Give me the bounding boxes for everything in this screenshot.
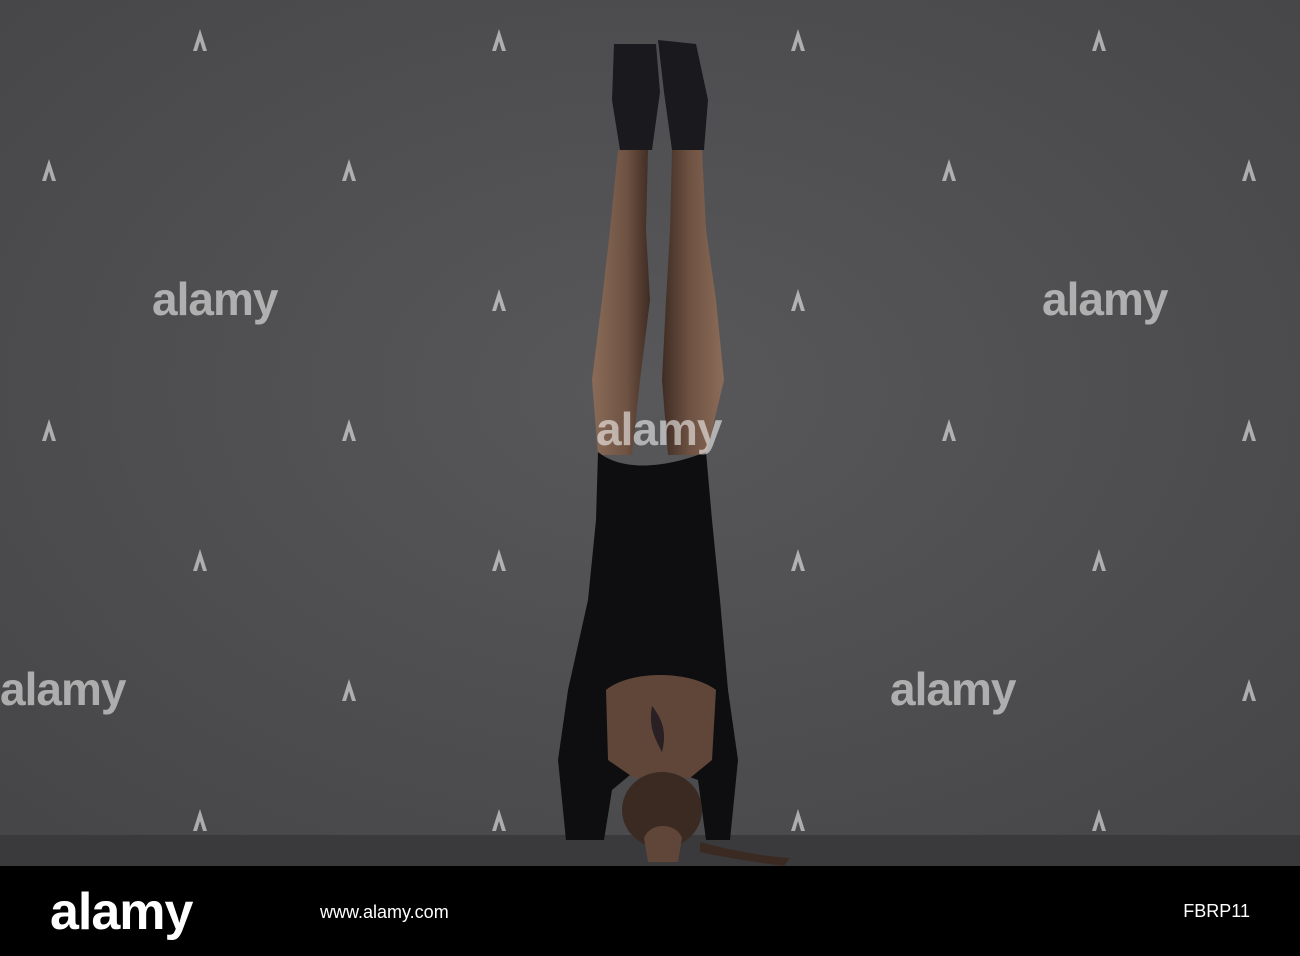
stock-photo: alamy alamy alamy alamy alamy — [0, 0, 1300, 866]
alamy-a-logo-icon — [342, 159, 356, 181]
left-boot — [612, 44, 660, 150]
watermark-word: alamy — [0, 663, 126, 715]
alamy-a-logo-icon — [42, 159, 56, 181]
alamy-a-logo-icon — [791, 809, 805, 831]
alamy-a-logo-icon — [791, 289, 805, 311]
alamy-a-logo-icon — [1092, 809, 1106, 831]
alamy-a-logo-icon — [492, 549, 506, 571]
alamy-a-logo-icon — [193, 809, 207, 831]
alamy-a-logo-icon — [193, 549, 207, 571]
alamy-a-logo-icon — [942, 159, 956, 181]
alamy-a-logo-icon — [193, 29, 207, 51]
footer-caption: www.alamy.com — [320, 902, 449, 922]
alamy-a-logo-icon — [492, 809, 506, 831]
footer-brand-logo: alamy — [50, 883, 193, 941]
watermark-word: alamy — [1042, 273, 1168, 325]
alamy-a-logo-icon — [342, 419, 356, 441]
alamy-a-logo-icon — [942, 419, 956, 441]
alamy-a-logo-icon — [1242, 159, 1256, 181]
alamy-a-logo-icon — [492, 289, 506, 311]
alamy-a-logo-icon — [791, 549, 805, 571]
alamy-a-logo-icon — [1242, 419, 1256, 441]
alamy-a-logo-icon — [42, 419, 56, 441]
alamy-a-logo-icon — [791, 29, 805, 51]
watermark-word: alamy — [152, 273, 278, 325]
alamy-a-logo-icon — [1092, 549, 1106, 571]
alamy-a-logo-icon — [492, 29, 506, 51]
alamy-a-logo-icon — [1092, 29, 1106, 51]
image-id: FBRP11 — [1183, 901, 1250, 921]
clasped-hands — [644, 826, 682, 862]
watermark-word: alamy — [596, 403, 722, 455]
alamy-a-logo-icon — [1242, 679, 1256, 701]
footer-bar: alamy — [0, 866, 1300, 956]
alamy-a-logo-icon — [342, 679, 356, 701]
watermark-word: alamy — [890, 663, 1016, 715]
